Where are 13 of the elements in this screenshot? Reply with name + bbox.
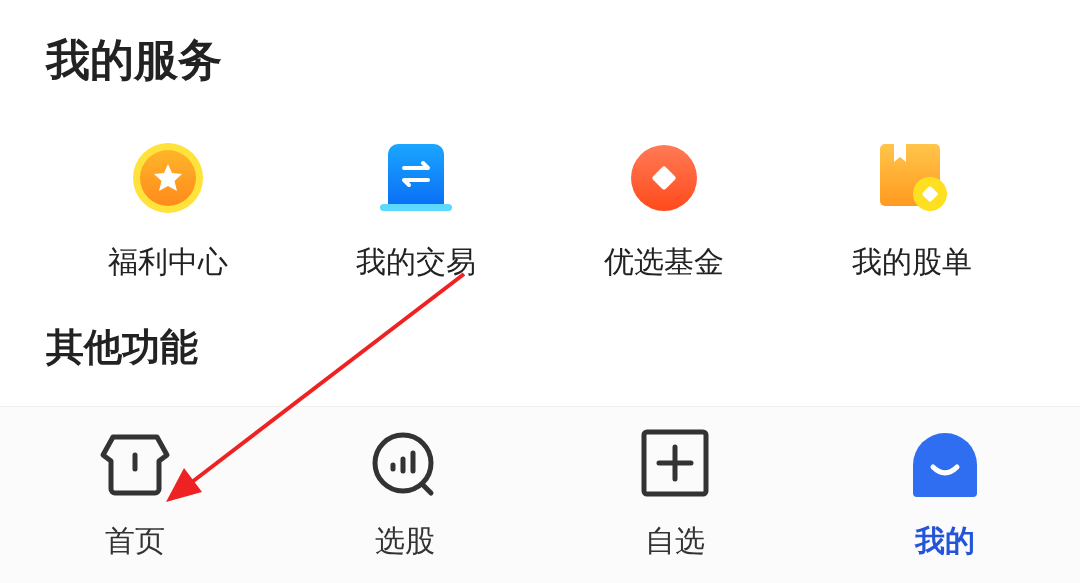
- tab[interactable]: 选股: [365, 407, 445, 583]
- service-label[interactable]: 优选基金: [604, 242, 724, 282]
- service-label[interactable]: 我的股单: [852, 242, 972, 282]
- tab[interactable]: 我的: [905, 407, 985, 583]
- star-coin-icon[interactable]: [132, 142, 204, 214]
- diamond-coin-icon[interactable]: [628, 142, 700, 214]
- service-label[interactable]: 福利中心: [108, 242, 228, 282]
- section-title: 我的服务: [46, 33, 222, 87]
- section-title: 其他功能: [46, 324, 198, 370]
- service-label[interactable]: 我的交易: [356, 242, 476, 282]
- tab[interactable]: 自选: [635, 407, 715, 583]
- transfer-icon[interactable]: [380, 142, 452, 214]
- tab[interactable]: 首页: [95, 407, 175, 583]
